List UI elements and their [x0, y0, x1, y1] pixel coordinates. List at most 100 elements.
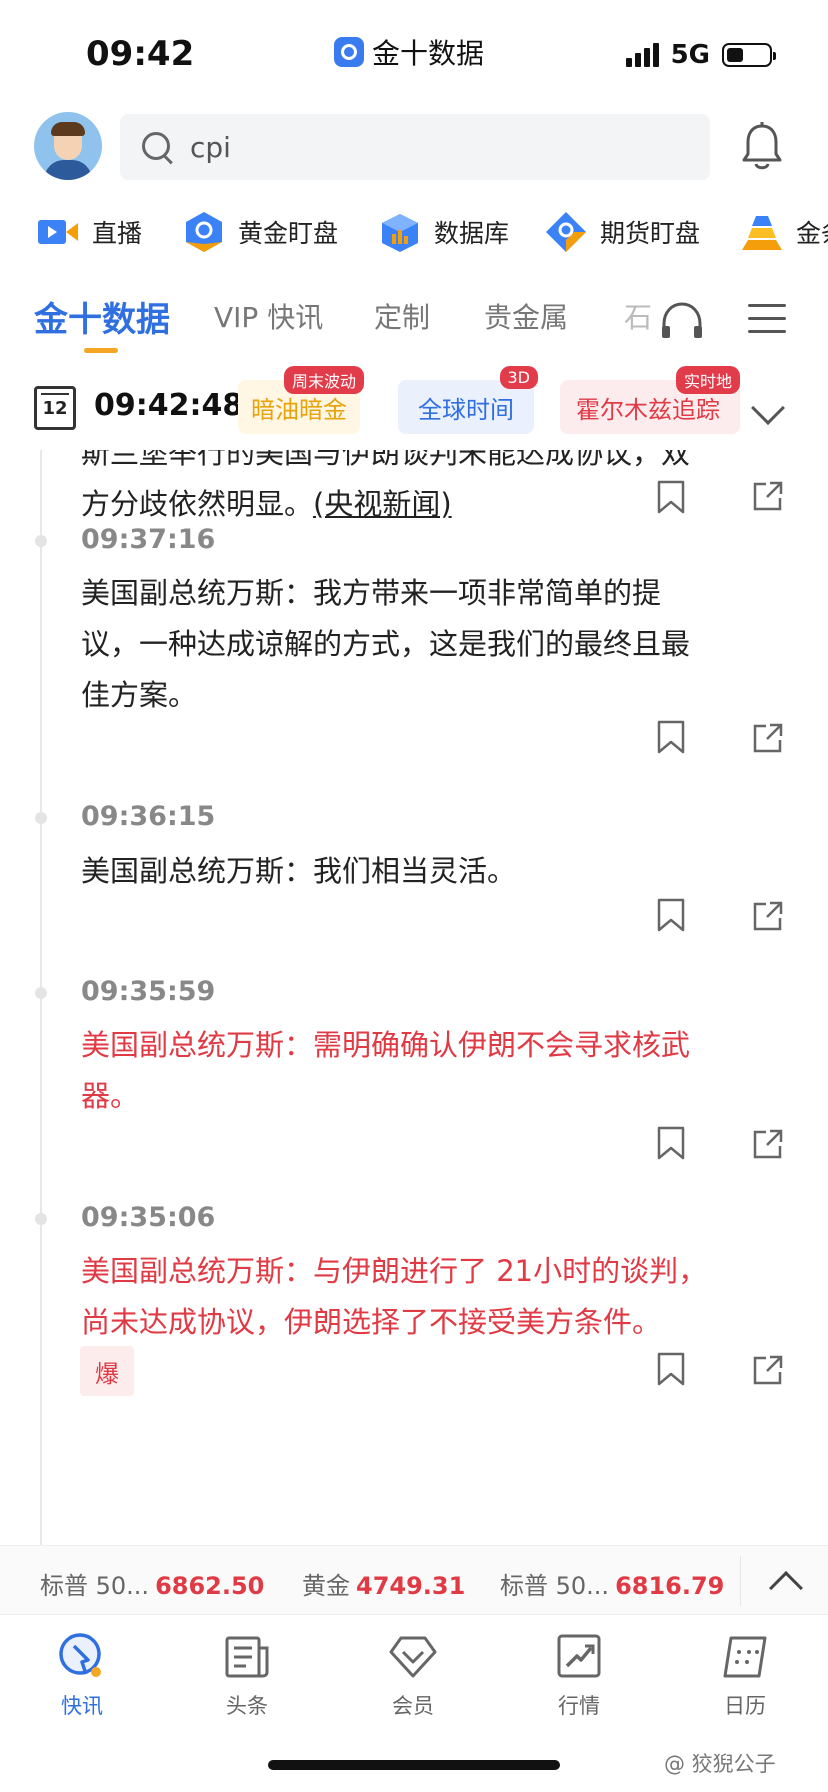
ticker-name: 黄金 [302, 1572, 350, 1600]
nav-membership[interactable]: 会员 [358, 1630, 468, 1720]
nav-calendar[interactable]: 日历 [690, 1630, 800, 1720]
news-line: 议，一种达成谅解的方式，这是我们的最终且最 [81, 627, 691, 661]
news-time: 09:37:16 [81, 524, 216, 555]
chip-global-time[interactable]: 全球时间 3D [398, 366, 538, 434]
search-input[interactable]: cpi [120, 114, 710, 180]
news-text[interactable]: 美国副总统万斯：我方带来一项非常简单的提 议，一种达成谅解的方式，这是我们的最终… [81, 568, 771, 721]
market-chart-icon [557, 1634, 601, 1678]
gold-watch-icon [186, 212, 222, 252]
news-time: 09:36:15 [81, 801, 216, 832]
nav-label: 日历 [724, 1694, 766, 1718]
calendar-icon[interactable]: 12 [34, 386, 76, 430]
bookmark-icon[interactable] [656, 1352, 686, 1386]
chip-badge: 3D [499, 366, 538, 389]
chevron-up-icon[interactable] [769, 1571, 803, 1605]
home-indicator[interactable] [268, 1760, 560, 1770]
header: cpi [0, 112, 828, 182]
news-line: 美国副总统万斯：需明确确认伊朗不会寻求核武 [81, 1028, 691, 1062]
bookmark-icon[interactable] [656, 720, 686, 754]
tab-custom[interactable]: 定制 [374, 296, 430, 336]
chip-label: 暗油暗金 [251, 395, 347, 424]
news-text-important[interactable]: 美国副总统万斯：与伊朗进行了 21小时的谈判， 尚未达成协议，伊朗选择了不接受美… [81, 1246, 771, 1348]
bookmark-icon[interactable] [656, 898, 686, 932]
news-line: 美国副总统万斯：与伊朗进行了 21小时的谈判， [81, 1254, 708, 1288]
channel-tabs: 金十数据 VIP 快讯 定制 贵金属 石 [0, 296, 828, 360]
menu-icon[interactable] [748, 304, 786, 334]
news-time: 09:35:59 [81, 976, 216, 1007]
quick-nav-label: 黄金盯盘 [238, 219, 339, 248]
news-line: 器。 [81, 1079, 140, 1113]
watermark: @ 狡猊公子 [664, 1752, 776, 1776]
news-time: 09:35:06 [81, 1202, 216, 1233]
status-app-indicator: 金十数据 [334, 32, 484, 72]
nav-headlines[interactable]: 头条 [192, 1630, 302, 1720]
tab-oil-partial[interactable]: 石 [624, 296, 652, 336]
database-icon [382, 214, 418, 252]
search-icon [140, 130, 174, 164]
ticker-value: 4749.31 [356, 1572, 466, 1600]
futures-watch-icon [546, 212, 586, 252]
timeline-dot [35, 535, 47, 547]
nav-label: 头条 [226, 1694, 268, 1718]
active-tab-indicator [84, 348, 118, 353]
quick-nav-database[interactable]: 数据库 [378, 210, 509, 254]
quick-nav-label: 直播 [92, 219, 143, 248]
flash-news-icon [59, 1633, 101, 1677]
chip-label: 全球时间 [418, 395, 514, 424]
ticker-item[interactable]: 黄金 4749.31 [302, 1566, 465, 1601]
share-icon[interactable] [752, 1128, 784, 1160]
timer-row: 12 09:42:48 暗油暗金 周末波动 全球时间 3D 霍尔木兹追踪 实时地 [0, 366, 828, 450]
share-icon[interactable] [752, 480, 784, 512]
timeline-dot [35, 1213, 47, 1225]
bell-icon[interactable] [740, 122, 784, 172]
battery-icon [722, 43, 776, 67]
tab-jin10-data[interactable]: 金十数据 [34, 292, 170, 341]
bookmark-icon[interactable] [656, 480, 686, 514]
share-icon[interactable] [752, 722, 784, 754]
news-line: 方分歧依然明显。 [81, 487, 314, 521]
news-line: 佳方案。 [81, 678, 198, 712]
quick-nav: 直播 黄金盯盘 数据库 期货盯盘 金条 [0, 210, 828, 260]
news-line: 尚未达成协议，伊朗选择了不接受美方条件。 [81, 1305, 662, 1339]
quick-nav-gold-bar[interactable]: 金条 [740, 210, 828, 254]
quick-nav-gold-watch[interactable]: 黄金盯盘 [182, 210, 338, 254]
quick-nav-label: 期货盯盘 [600, 219, 701, 248]
live-video-icon [38, 220, 78, 244]
news-text[interactable]: 美国副总统万斯：我们相当灵活。 [81, 846, 771, 897]
diamond-icon [389, 1636, 437, 1678]
chip-dark-oil-gold[interactable]: 暗油暗金 周末波动 [238, 366, 364, 434]
ticker-name: 标普 50... [40, 1572, 150, 1600]
market-ticker[interactable]: 标普 50... 6862.50 黄金 4749.31 标普 50... 6816.7… [0, 1545, 828, 1615]
ticker-item[interactable]: 标普 50... 6816.79 [500, 1566, 724, 1601]
tab-vip-flash[interactable]: VIP 快讯 [214, 296, 323, 336]
app-logo-icon [334, 37, 364, 67]
status-bar: 09:42 金十数据 5G [0, 0, 828, 100]
chip-hormuz-tracking[interactable]: 霍尔木兹追踪 实时地 [560, 366, 740, 434]
status-app-name: 金十数据 [372, 37, 485, 70]
nav-label: 行情 [558, 1694, 600, 1718]
news-text-important[interactable]: 美国副总统万斯：需明确确认伊朗不会寻求核武 器。 [81, 1020, 771, 1122]
quick-nav-futures-watch[interactable]: 期货盯盘 [544, 210, 700, 254]
headset-icon[interactable] [660, 302, 704, 340]
chip-label: 霍尔木兹追踪 [576, 395, 720, 424]
timeline-dot [35, 812, 47, 824]
chevron-down-icon[interactable] [751, 391, 785, 425]
timeline-dot [35, 987, 47, 999]
breaking-tag: 爆 [80, 1346, 134, 1396]
share-icon[interactable] [752, 1354, 784, 1386]
nav-label: 会员 [392, 1694, 434, 1718]
ticker-item[interactable]: 标普 50... 6862.50 [40, 1566, 264, 1601]
avatar[interactable] [34, 112, 102, 180]
ticker-name: 标普 50... [500, 1572, 610, 1600]
share-icon[interactable] [752, 900, 784, 932]
source-link[interactable]: (央视新闻) [313, 487, 452, 521]
quick-nav-live[interactable]: 直播 [36, 210, 142, 254]
chip-badge: 周末波动 [283, 366, 364, 394]
network-type: 5G [670, 40, 710, 70]
nav-label: 快讯 [61, 1694, 103, 1718]
tab-precious-metals[interactable]: 贵金属 [484, 296, 568, 336]
nav-flash[interactable]: 快讯 [27, 1630, 137, 1720]
status-time: 09:42 [86, 34, 195, 74]
nav-market[interactable]: 行情 [524, 1630, 634, 1720]
bookmark-icon[interactable] [656, 1126, 686, 1160]
